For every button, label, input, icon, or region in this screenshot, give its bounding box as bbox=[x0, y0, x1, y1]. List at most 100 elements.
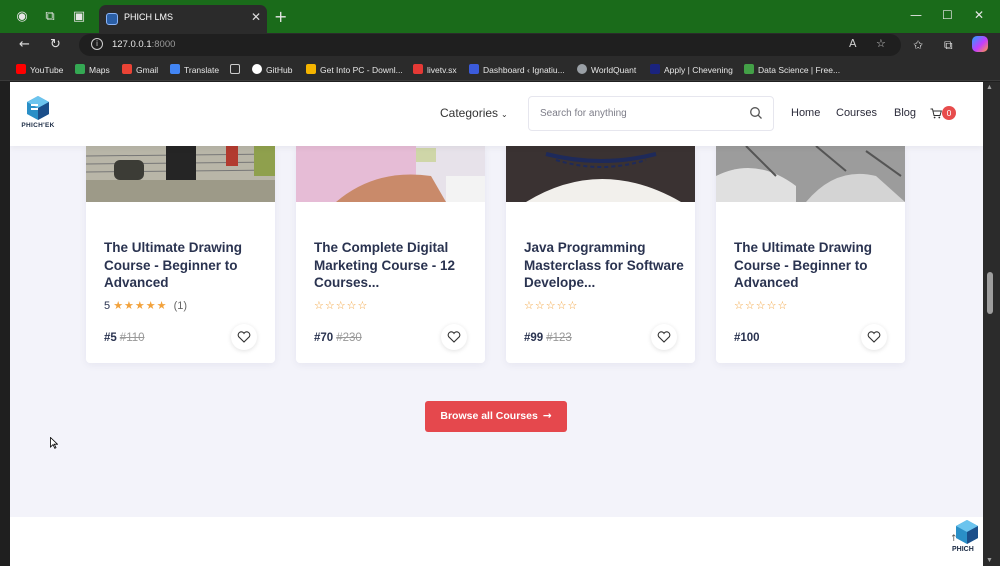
mouse-cursor-icon bbox=[50, 437, 58, 449]
heart-icon bbox=[237, 331, 251, 343]
footer-section bbox=[10, 517, 983, 566]
course-thumbnail[interactable] bbox=[716, 146, 905, 202]
worldquant-icon bbox=[577, 64, 587, 74]
favorite-star-icon[interactable]: ☆ bbox=[876, 37, 886, 50]
address-bar-row: ← ↻ i 127.0.0.1:8000 A ☆ ✩ ⧉ ··· bbox=[0, 33, 1000, 58]
github-icon bbox=[252, 64, 262, 74]
wishlist-button[interactable] bbox=[861, 324, 887, 350]
course-card[interactable]: The Ultimate Drawing Course - Beginner t… bbox=[86, 146, 275, 363]
course-thumbnail[interactable] bbox=[296, 146, 485, 202]
nav-blog[interactable]: Blog bbox=[894, 107, 916, 119]
course-card[interactable]: The Ultimate Drawing Course - Beginner t… bbox=[716, 146, 905, 363]
bookmark-livetv[interactable]: livetv.sx bbox=[413, 64, 457, 75]
course-card[interactable]: Java Programming Masterclass for Softwar… bbox=[506, 146, 695, 363]
minimize-button[interactable]: — bbox=[910, 8, 922, 22]
cart-icon[interactable] bbox=[930, 108, 942, 119]
course-rating: ☆☆☆☆☆ bbox=[734, 299, 788, 312]
page-icon bbox=[230, 64, 240, 74]
bookmark-translate[interactable]: Translate bbox=[170, 64, 219, 75]
logo-cube-icon bbox=[956, 520, 978, 544]
course-card[interactable]: The Complete Digital Marketing Course - … bbox=[296, 146, 485, 363]
bookmarks-bar: YouTube Maps Gmail Translate GitHub Get … bbox=[0, 58, 1000, 81]
bookmark-github[interactable]: GitHub bbox=[252, 64, 292, 75]
bookmark-maps[interactable]: Maps bbox=[75, 64, 110, 75]
course-rating: ☆☆☆☆☆ bbox=[314, 299, 368, 312]
arrow-up-icon[interactable]: ↑ bbox=[950, 534, 958, 544]
chevron-down-icon: ⌄ bbox=[501, 110, 508, 119]
address-bar[interactable]: i 127.0.0.1:8000 A ☆ bbox=[79, 34, 901, 56]
logo-text: PHICH'EK bbox=[21, 122, 55, 129]
workspaces-icon[interactable]: ⧉ bbox=[41, 8, 59, 26]
youtube-icon bbox=[16, 64, 26, 74]
new-tab-button[interactable]: + bbox=[274, 7, 287, 26]
cart-count-badge: 0 bbox=[942, 106, 956, 120]
course-title[interactable]: The Complete Digital Marketing Course - … bbox=[314, 239, 474, 292]
course-title[interactable]: The Ultimate Drawing Course - Beginner t… bbox=[734, 239, 894, 292]
course-price: #99 #123 bbox=[524, 332, 572, 344]
vertical-scrollbar[interactable]: ▲ ▼ bbox=[983, 82, 1000, 566]
tab-actions-icon[interactable]: ▣ bbox=[70, 8, 88, 26]
favorites-icon[interactable]: ✩ bbox=[913, 38, 923, 52]
datascience-icon bbox=[744, 64, 754, 74]
wishlist-button[interactable] bbox=[231, 324, 257, 350]
scroll-down-icon[interactable]: ▼ bbox=[986, 557, 993, 564]
course-title[interactable]: The Ultimate Drawing Course - Beginner t… bbox=[104, 239, 264, 292]
bookmark-gmail[interactable]: Gmail bbox=[122, 64, 158, 75]
gmail-icon bbox=[122, 64, 132, 74]
nav-home[interactable]: Home bbox=[791, 107, 820, 119]
bookmark-dashboard[interactable]: Dashboard ‹ Ignatiu... bbox=[469, 64, 565, 75]
bookmark-page[interactable] bbox=[230, 64, 244, 75]
maximize-button[interactable]: ☐ bbox=[942, 8, 953, 22]
back-button[interactable]: ← bbox=[19, 37, 30, 52]
site-info-icon[interactable]: i bbox=[91, 38, 103, 50]
search-input[interactable]: Search for anything bbox=[528, 96, 774, 131]
course-title[interactable]: Java Programming Masterclass for Softwar… bbox=[524, 239, 684, 292]
copilot-icon[interactable] bbox=[972, 36, 988, 52]
profile-icon[interactable]: ◉ bbox=[13, 8, 31, 26]
site-header: PHICH'EK Categories ⌄ Search for anything… bbox=[10, 82, 983, 146]
course-thumbnail[interactable] bbox=[506, 146, 695, 202]
bookmark-worldquant[interactable]: WorldQuant bbox=[577, 64, 636, 75]
url-text[interactable]: 127.0.0.1:8000 bbox=[112, 39, 175, 50]
bookmark-youtube[interactable]: YouTube bbox=[16, 64, 63, 75]
course-thumbnail[interactable] bbox=[86, 146, 275, 202]
dashboard-icon bbox=[469, 64, 479, 74]
bookmark-chevening[interactable]: Apply | Chevening bbox=[650, 64, 733, 75]
star-rating-icon: ★★★★★ bbox=[113, 299, 168, 312]
translate-icon bbox=[170, 64, 180, 74]
scrollbar-thumb[interactable] bbox=[987, 272, 993, 314]
star-rating-icon: ☆☆☆☆☆ bbox=[524, 299, 579, 312]
course-rating: 5 ★★★★★ (1) bbox=[104, 299, 188, 312]
course-price: #100 bbox=[734, 332, 760, 344]
wishlist-button[interactable] bbox=[651, 324, 677, 350]
getintopc-icon bbox=[306, 64, 316, 74]
course-price: #70 #230 bbox=[314, 332, 362, 344]
tab-close-icon[interactable]: ✕ bbox=[251, 10, 261, 24]
bookmark-getintopc[interactable]: Get Into PC - Downl... bbox=[306, 64, 403, 75]
tab-active[interactable]: PHICH LMS ✕ bbox=[99, 5, 267, 33]
heart-icon bbox=[447, 331, 461, 343]
collections-icon[interactable]: ⧉ bbox=[944, 38, 953, 53]
star-rating-icon: ☆☆☆☆☆ bbox=[734, 299, 789, 312]
read-aloud-icon[interactable]: A bbox=[849, 37, 857, 50]
arrow-right-icon: → bbox=[542, 410, 552, 422]
livetv-icon bbox=[413, 64, 423, 74]
bookmark-datascience[interactable]: Data Science | Free... bbox=[744, 64, 840, 75]
heart-icon bbox=[657, 331, 671, 343]
tab-favicon-icon bbox=[106, 13, 118, 25]
tab-title: PHICH LMS bbox=[124, 12, 174, 22]
refresh-button[interactable]: ↻ bbox=[50, 37, 61, 52]
heart-icon bbox=[867, 331, 881, 343]
course-price: #5 #110 bbox=[104, 332, 145, 344]
page-viewport: PHICH'EK Categories ⌄ Search for anything… bbox=[10, 82, 983, 566]
wishlist-button[interactable] bbox=[441, 324, 467, 350]
categories-menu[interactable]: Categories ⌄ bbox=[440, 106, 508, 120]
search-icon[interactable] bbox=[749, 106, 763, 120]
nav-courses[interactable]: Courses bbox=[836, 107, 877, 119]
browse-all-courses-button[interactable]: Browse all Courses → bbox=[425, 401, 567, 432]
logo-cube-icon bbox=[27, 96, 49, 120]
title-bar: ◉ ⧉ ▣ PHICH LMS ✕ + — ☐ ✕ bbox=[0, 0, 1000, 33]
close-window-button[interactable]: ✕ bbox=[974, 8, 984, 22]
scroll-up-icon[interactable]: ▲ bbox=[986, 84, 993, 91]
site-logo[interactable]: PHICH'EK bbox=[21, 96, 55, 132]
